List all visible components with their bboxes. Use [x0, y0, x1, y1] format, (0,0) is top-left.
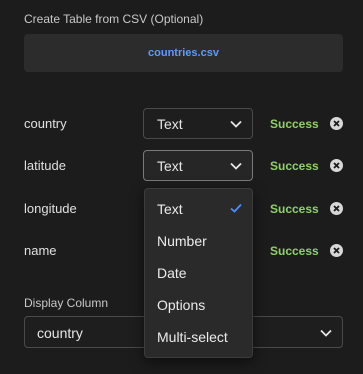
- dropdown-option-number[interactable]: Number: [145, 225, 252, 257]
- status-badge: Success: [270, 202, 319, 216]
- column-row: latitude Text Success: [0, 150, 363, 182]
- status-badge: Success: [270, 244, 319, 258]
- close-circle-icon[interactable]: [330, 117, 343, 130]
- dropdown-option-options[interactable]: Options: [145, 289, 252, 321]
- type-dropdown-menu: Text Number Date Options Multi-select: [144, 188, 253, 358]
- column-row: country Text Success: [0, 108, 363, 140]
- column-name: country: [24, 116, 67, 131]
- column-name: name: [24, 243, 57, 258]
- option-label: Multi-select: [157, 329, 228, 345]
- close-circle-icon[interactable]: [330, 159, 343, 172]
- section-title: Create Table from CSV (Optional): [24, 12, 204, 26]
- column-name: latitude: [24, 158, 66, 173]
- display-column-label: Display Column: [24, 296, 109, 310]
- file-dropzone[interactable]: countries.csv: [24, 34, 343, 72]
- column-type-select[interactable]: Text: [143, 150, 253, 181]
- dropdown-option-multi-select[interactable]: Multi-select: [145, 321, 252, 353]
- display-column-value: country: [37, 325, 83, 341]
- chevron-down-icon: [230, 162, 242, 170]
- file-name-link[interactable]: countries.csv: [148, 47, 219, 59]
- option-label: Number: [157, 233, 207, 249]
- status-badge: Success: [270, 117, 319, 131]
- csv-import-panel: Create Table from CSV (Optional) countri…: [0, 0, 363, 374]
- close-circle-icon[interactable]: [330, 202, 343, 215]
- column-type-select[interactable]: Text: [143, 108, 253, 139]
- chevron-down-icon: [230, 120, 242, 128]
- dropdown-option-date[interactable]: Date: [145, 257, 252, 289]
- option-label: Text: [157, 201, 183, 217]
- chevron-down-icon: [320, 329, 332, 337]
- checkmark-icon: [230, 203, 242, 213]
- close-circle-icon[interactable]: [330, 244, 343, 257]
- column-name: longitude: [24, 201, 77, 216]
- option-label: Options: [157, 297, 206, 313]
- column-type-value: Text: [157, 158, 183, 174]
- status-badge: Success: [270, 159, 319, 173]
- option-label: Date: [157, 265, 187, 281]
- column-type-value: Text: [157, 116, 183, 132]
- dropdown-option-text[interactable]: Text: [145, 193, 252, 225]
